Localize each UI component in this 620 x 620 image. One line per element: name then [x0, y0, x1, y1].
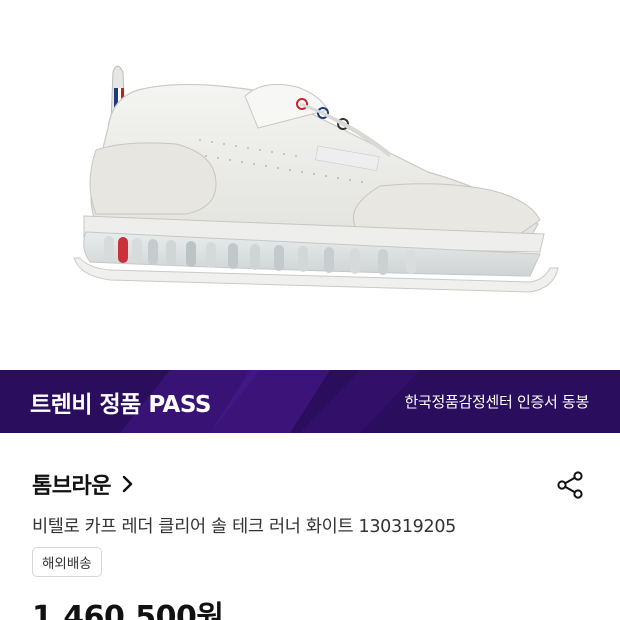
product-title: 비텔로 카프 레더 클리어 솔 테크 러너 화이트 130319205 [32, 517, 457, 537]
brand-name: 톰브라운 [32, 474, 111, 499]
sneaker-image [73, 65, 559, 293]
authenticity-pass-banner[interactable]: 트렌비 정품 PASS 한국정품감정센터 인증서 동봉 [0, 370, 620, 433]
product-price: 1,460,500원 [32, 600, 224, 620]
pass-subtitle: 한국정품감정센터 인증서 동봉 [404, 393, 590, 411]
share-icon [557, 471, 583, 499]
product-image[interactable] [0, 0, 620, 370]
shipping-badge: 해외배송 [32, 547, 102, 577]
share-button[interactable] [556, 470, 586, 500]
chevron-right-icon [122, 475, 133, 493]
brand-link[interactable]: 톰브라운 [32, 468, 135, 500]
pass-title: 트렌비 정품 PASS [30, 392, 211, 418]
